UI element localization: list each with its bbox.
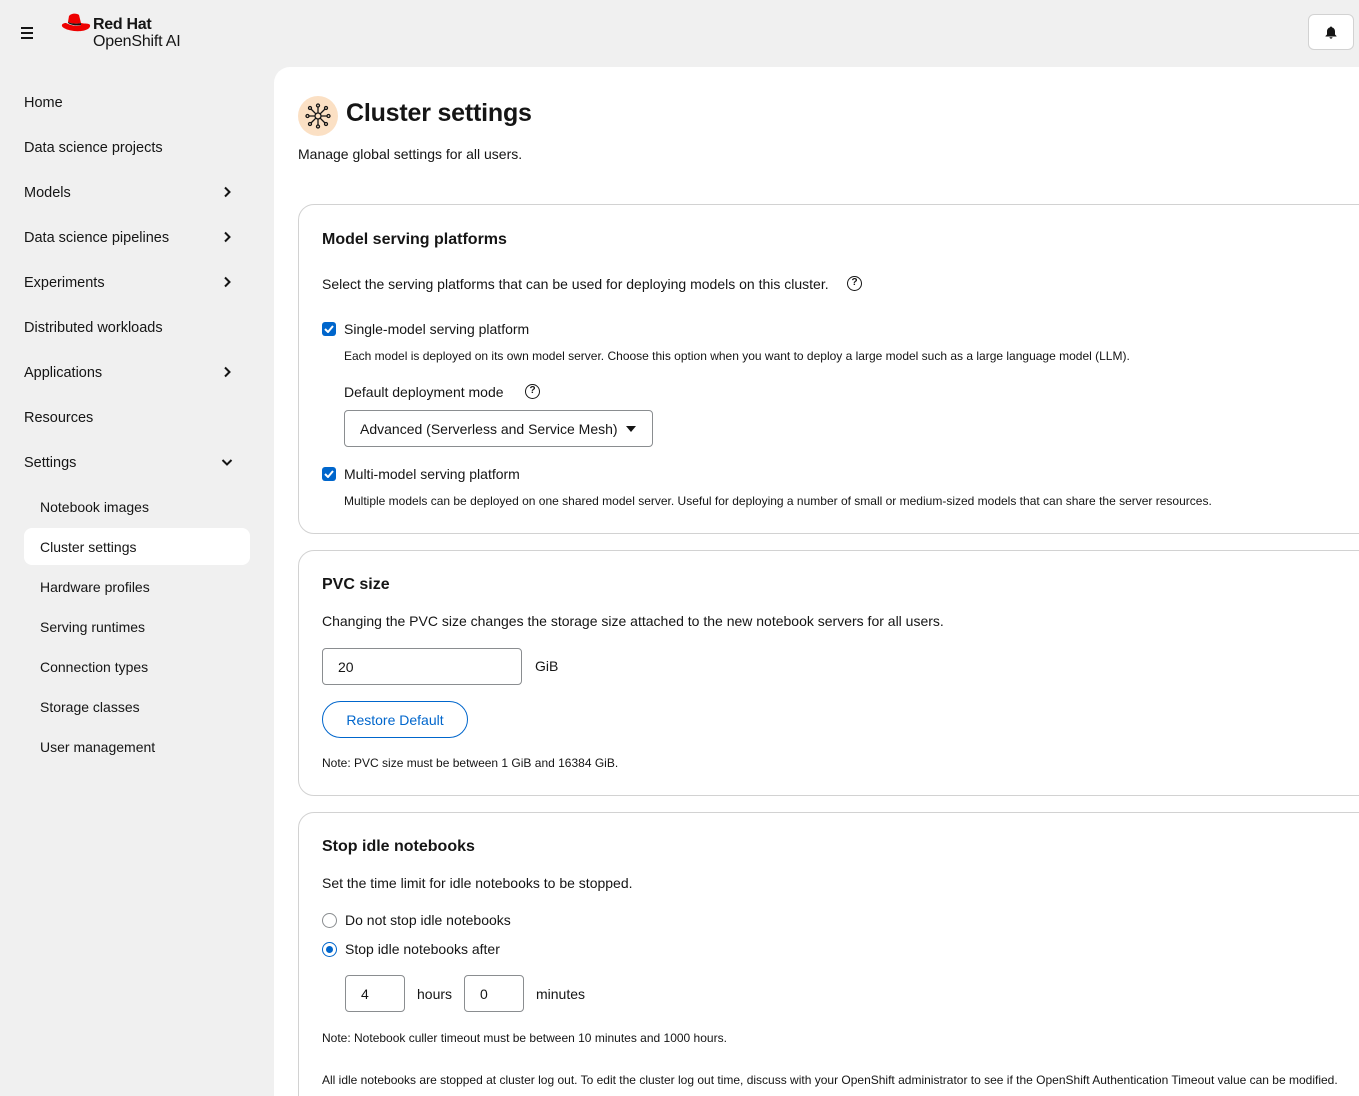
- nav-sub-label: User management: [40, 738, 156, 755]
- masthead: Red Hat OpenShift AI: [0, 0, 1359, 66]
- nav-item-label: Data science projects: [24, 139, 163, 156]
- nav-sub-hardware-profiles[interactable]: Hardware profiles: [24, 568, 250, 605]
- chevron-right-icon: [224, 276, 231, 288]
- cluster-settings-icon: [298, 96, 338, 136]
- brand-name: Red Hat: [93, 16, 152, 33]
- culler-note: Note: Notebook culler timeout must be be…: [322, 1031, 727, 1045]
- card-description: Select the serving platforms that can be…: [322, 276, 829, 292]
- nav-item-data-science-pipelines[interactable]: Data science pipelines: [24, 219, 250, 256]
- nav-item-label: Models: [24, 184, 71, 201]
- minutes-label: minutes: [536, 986, 586, 1002]
- main-content: Cluster settings Manage global settings …: [274, 67, 1359, 1096]
- multi-model-label: Multi-model serving platform: [344, 466, 520, 482]
- chevron-right-icon: [224, 366, 231, 378]
- nav-item-applications[interactable]: Applications: [24, 354, 250, 391]
- card-title: Stop idle notebooks: [322, 838, 475, 855]
- do-not-stop-label: Do not stop idle notebooks: [345, 912, 511, 928]
- nav-sub-label: Serving runtimes: [40, 618, 146, 635]
- stop-after-radio[interactable]: [322, 942, 337, 957]
- nav-item-label: Data science pipelines: [24, 229, 170, 246]
- deployment-mode-label: Default deployment mode: [344, 384, 504, 400]
- nav-sub-serving-runtimes[interactable]: Serving runtimes: [24, 608, 250, 645]
- page-title: Cluster settings: [346, 99, 532, 127]
- nav-sub-storage-classes[interactable]: Storage classes: [24, 688, 250, 725]
- network-icon: [305, 103, 331, 129]
- nav-item-label: Distributed workloads: [24, 319, 163, 336]
- product-name: OpenShift AI: [93, 33, 181, 50]
- single-model-label: Single-model serving platform: [344, 321, 530, 337]
- nav-sub-label: Hardware profiles: [40, 578, 150, 595]
- nav-sub-connection-types[interactable]: Connection types: [24, 648, 250, 685]
- nav-item-label: Experiments: [24, 274, 105, 291]
- hours-input[interactable]: 4: [345, 975, 405, 1012]
- nav-sub-label: Connection types: [40, 658, 149, 675]
- card-title: Model serving platforms: [322, 231, 507, 248]
- card-description: Set the time limit for idle notebooks to…: [322, 875, 633, 891]
- brand-logo[interactable]: Red Hat OpenShift AI: [60, 13, 210, 53]
- nav-item-models[interactable]: Models: [24, 174, 250, 211]
- chevron-right-icon: [224, 186, 231, 198]
- nav-item-settings[interactable]: Settings: [24, 444, 250, 481]
- nav-sub-label: Cluster settings: [40, 538, 137, 555]
- hours-label: hours: [417, 986, 453, 1002]
- nav-item-label: Settings: [24, 454, 77, 471]
- hamburger-menu-icon[interactable]: [17, 22, 39, 44]
- select-value: Advanced (Serverless and Service Mesh): [360, 420, 618, 437]
- nav-item-label: Home: [24, 94, 63, 111]
- help-icon[interactable]: ?: [847, 276, 862, 291]
- nav-item-resources[interactable]: Resources: [24, 399, 250, 436]
- notifications-button[interactable]: [1308, 14, 1354, 50]
- sidebar-nav: Home Data science projects Models Data s…: [0, 66, 274, 1096]
- nav-item-distributed-workloads[interactable]: Distributed workloads: [24, 309, 250, 346]
- nav-item-experiments[interactable]: Experiments: [24, 264, 250, 301]
- red-hat-icon: [61, 13, 91, 32]
- single-model-checkbox[interactable]: [322, 322, 336, 336]
- chevron-right-icon: [224, 231, 231, 243]
- card-description: Changing the PVC size changes the storag…: [322, 613, 944, 629]
- stop-after-label: Stop idle notebooks after: [345, 941, 500, 957]
- pvc-note: Note: PVC size must be between 1 GiB and…: [322, 756, 619, 770]
- nav-sub-label: Notebook images: [40, 498, 149, 515]
- multi-model-help: Multiple models can be deployed on one s…: [344, 494, 1212, 508]
- do-not-stop-radio[interactable]: [322, 913, 337, 928]
- nav-sub-label: Storage classes: [40, 698, 140, 715]
- checkmark-icon: [324, 470, 334, 478]
- logout-note: All idle notebooks are stopped at cluste…: [322, 1073, 1338, 1087]
- stop-idle-notebooks-card: Stop idle notebooks Set the time limit f…: [298, 812, 1359, 1096]
- restore-default-button[interactable]: Restore Default: [322, 701, 468, 738]
- caret-down-icon: [626, 426, 636, 432]
- card-title: PVC size: [322, 576, 390, 593]
- checkmark-icon: [324, 325, 334, 333]
- nav-sub-notebook-images[interactable]: Notebook images: [24, 488, 250, 525]
- input-value: 20: [338, 658, 354, 675]
- page-subtitle: Manage global settings for all users.: [298, 146, 523, 162]
- nav-sub-user-management[interactable]: User management: [24, 728, 250, 765]
- nav-item-label: Resources: [24, 409, 94, 426]
- minutes-input[interactable]: 0: [464, 975, 524, 1012]
- multi-model-checkbox[interactable]: [322, 467, 336, 481]
- pvc-size-input[interactable]: 20: [322, 648, 522, 685]
- chevron-down-icon: [221, 459, 233, 466]
- input-value: 0: [480, 985, 488, 1002]
- pvc-size-card: PVC size Changing the PVC size changes t…: [298, 550, 1359, 796]
- nav-item-data-science-projects[interactable]: Data science projects: [24, 129, 250, 166]
- single-model-help: Each model is deployed on its own model …: [344, 349, 1130, 363]
- model-serving-card: Model serving platforms Select the servi…: [298, 204, 1359, 534]
- bell-icon: [1325, 26, 1337, 39]
- help-icon[interactable]: ?: [525, 384, 540, 399]
- nav-item-home[interactable]: Home: [24, 84, 250, 121]
- nav-sub-cluster-settings[interactable]: Cluster settings: [24, 528, 250, 565]
- pvc-unit-label: GiB: [535, 658, 559, 674]
- nav-item-label: Applications: [24, 364, 103, 381]
- deployment-mode-select[interactable]: Advanced (Serverless and Service Mesh): [344, 410, 653, 447]
- input-value: 4: [361, 985, 369, 1002]
